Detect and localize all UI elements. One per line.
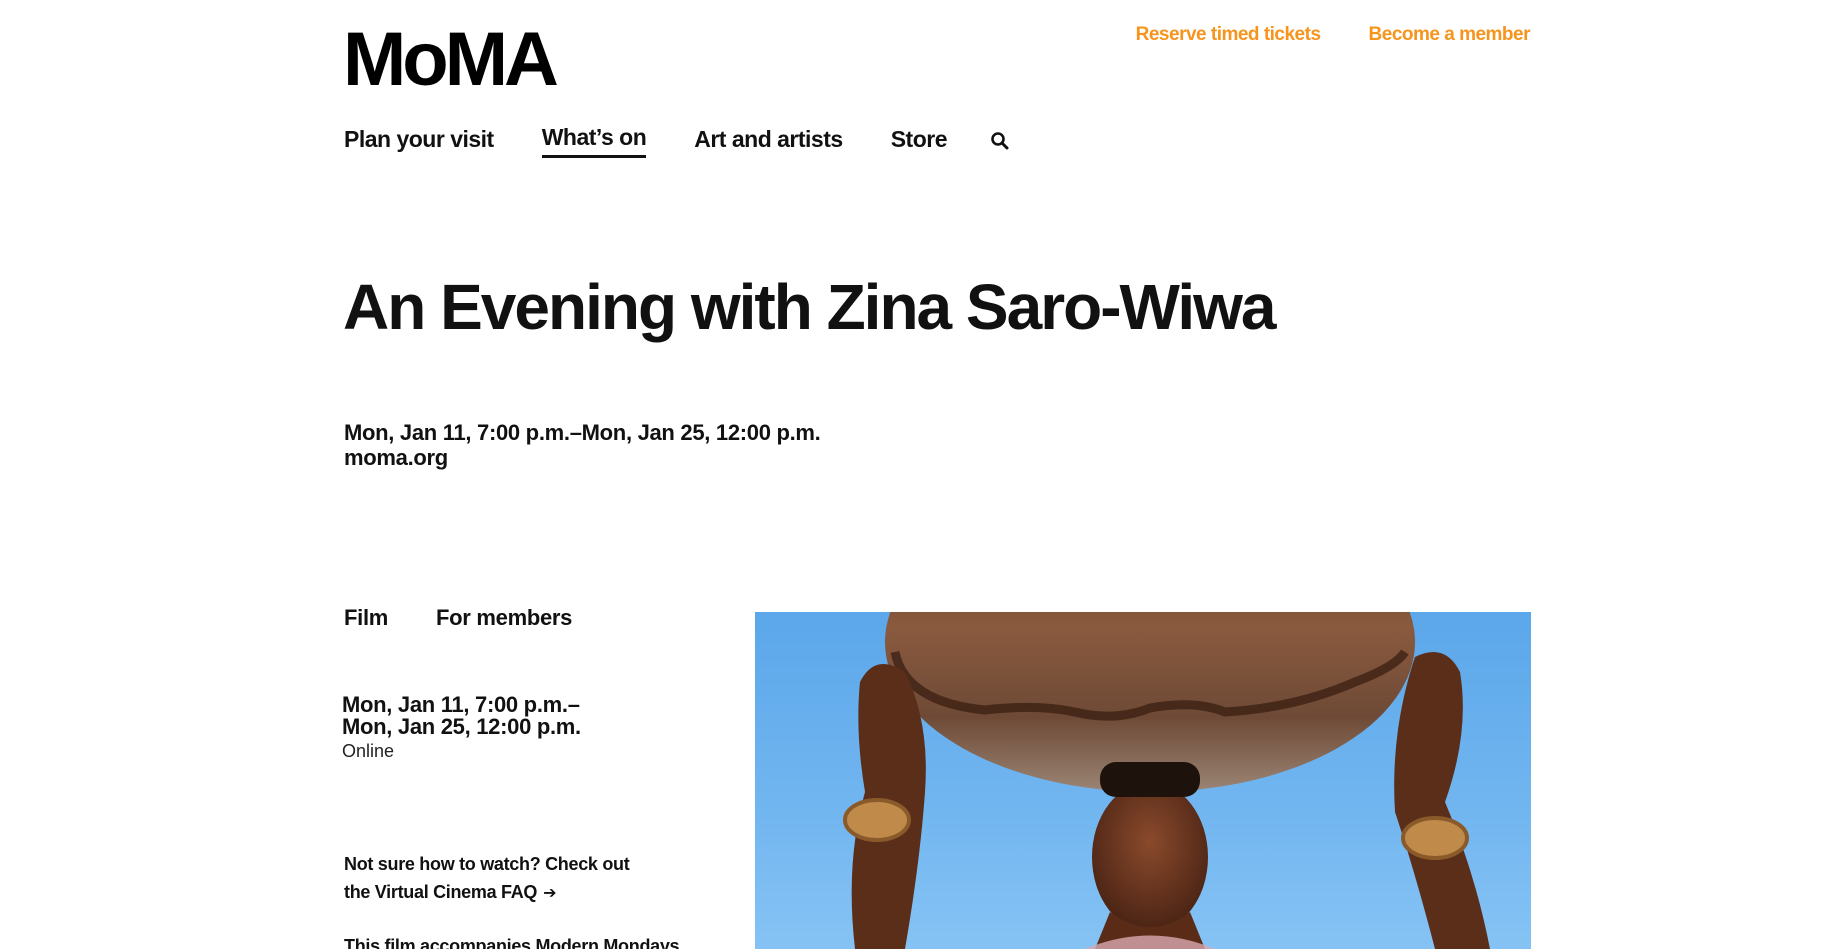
faq-link-text: Not sure how to watch? Check out the Vir… <box>344 854 630 902</box>
nav-item-art-and-artists[interactable]: Art and artists <box>694 126 843 157</box>
main-nav: Plan your visit What’s on Art and artist… <box>344 124 1011 158</box>
portrait-illustration <box>843 612 1490 949</box>
page-title: An Evening with Zina Saro-Wiwa <box>343 271 1276 343</box>
event-tags: Film For members <box>344 605 572 631</box>
page: MoMA Reserve timed tickets Become a memb… <box>0 0 1842 949</box>
schedule-location: Online <box>342 741 395 761</box>
reserve-tickets-link[interactable]: Reserve timed tickets <box>1136 24 1321 46</box>
virtual-cinema-faq-link[interactable]: Not sure how to watch? Check out the Vir… <box>344 850 644 908</box>
arrow-right-icon: ➔ <box>543 885 557 902</box>
schedule-date-end: Mon, Jan 25, 12:00 p.m. <box>342 714 581 739</box>
event-meta: Mon, Jan 11, 7:00 p.m.–Mon, Jan 25, 12:0… <box>344 420 821 470</box>
schedule: Mon, Jan 11, 7:00 p.m.– Mon, Jan 25, 12:… <box>342 694 702 764</box>
nav-item-store[interactable]: Store <box>891 126 948 157</box>
event-date-range: Mon, Jan 11, 7:00 p.m.–Mon, Jan 25, 12:0… <box>344 420 821 445</box>
become-member-link[interactable]: Become a member <box>1369 24 1531 46</box>
utility-links: Reserve timed tickets Become a member <box>1136 24 1531 46</box>
nav-item-plan-your-visit[interactable]: Plan your visit <box>344 126 494 157</box>
moma-logo[interactable]: MoMA <box>343 22 559 98</box>
schedule-date-start: Mon, Jan 11, 7:00 p.m.– <box>342 692 580 717</box>
tag-film[interactable]: Film <box>344 605 388 631</box>
event-hero-image <box>755 612 1531 949</box>
tag-for-members[interactable]: For members <box>436 605 572 631</box>
nav-item-whats-on[interactable]: What’s on <box>541 124 647 158</box>
search-icon[interactable] <box>989 130 1011 152</box>
event-site: moma.org <box>344 445 448 470</box>
description-text: This film accompanies Modern Mondays <box>344 936 680 949</box>
